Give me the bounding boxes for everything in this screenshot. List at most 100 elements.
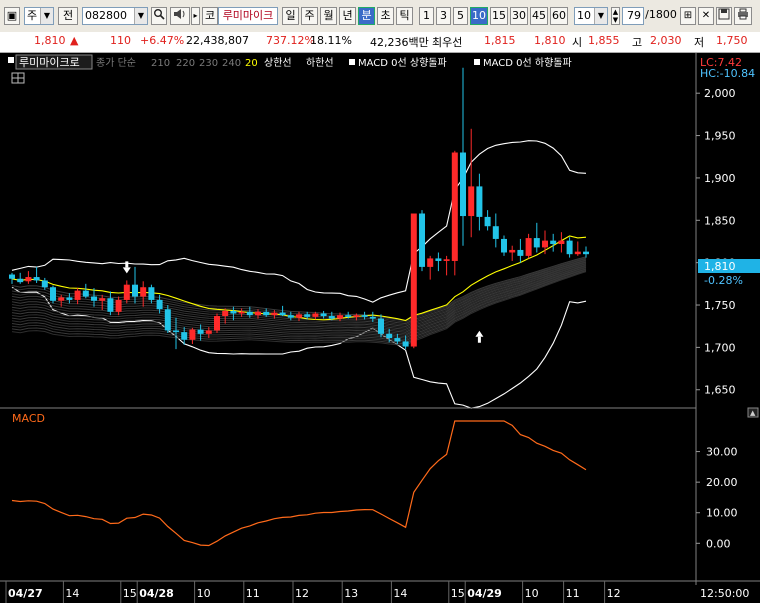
speaker-button[interactable] (170, 7, 190, 25)
time-label: 10 (525, 587, 539, 600)
interval-button[interactable]: 60 (550, 7, 568, 25)
candle (583, 251, 589, 255)
interval-button[interactable]: 5 (453, 7, 468, 25)
name-button[interactable]: 코 (202, 7, 218, 25)
legend-bullet (349, 59, 355, 65)
candle (25, 277, 32, 282)
candle (115, 299, 122, 312)
legend-ma-230: 230 (199, 58, 218, 69)
candle (66, 297, 73, 300)
trade-amount: 42,236백만 (370, 36, 429, 49)
candle (542, 240, 548, 248)
search-icon (154, 9, 165, 20)
time-label: 04/28 (139, 587, 174, 600)
period-button[interactable]: 분 (358, 7, 375, 25)
interval-button[interactable]: 15 (490, 7, 508, 25)
high-price: 2,030 (650, 34, 682, 47)
interval-button[interactable]: 3 (436, 7, 451, 25)
period-button[interactable]: 틱 (396, 7, 413, 25)
period-button[interactable]: 월 (320, 7, 337, 25)
period-button[interactable]: 주 (301, 7, 318, 25)
candle (402, 341, 409, 347)
volume-ratio: 737.12% (266, 34, 315, 47)
market-select[interactable]: 주 ▼ (24, 7, 54, 25)
macd-tick-label: 20.00 (706, 476, 738, 489)
time-label: 15 (123, 587, 137, 600)
save-button[interactable] (716, 7, 732, 25)
candle (419, 213, 425, 267)
legend-ma-prefix: 종가 단순 (96, 57, 136, 69)
volume: 22,438,807 (186, 34, 249, 47)
candle (255, 311, 261, 316)
time-label: 10 (197, 587, 211, 600)
code-input-value: 082800 (85, 9, 127, 22)
search-button[interactable] (151, 7, 167, 25)
stock-name: 루미마이크 (218, 7, 278, 25)
candle (451, 152, 458, 261)
legend-ma-240: 240 (222, 58, 241, 69)
candle (148, 287, 155, 300)
legend-ma-210: 210 (151, 58, 170, 69)
candle (361, 315, 368, 317)
overlay-button[interactable]: ✕ (698, 7, 714, 25)
candle (509, 249, 516, 253)
candle (378, 318, 384, 334)
candle (517, 249, 524, 256)
interval-button[interactable]: 1 (419, 7, 434, 25)
collapse-icon: ▲ (750, 409, 756, 417)
candle (369, 316, 376, 319)
candle (189, 329, 196, 340)
candle (205, 330, 212, 334)
macd-tick-label: 10.00 (706, 507, 738, 520)
legend-upper-band: 상한선 (264, 57, 292, 69)
candle (312, 313, 319, 317)
window-toggle-button[interactable]: ▣ (4, 7, 20, 25)
candle (296, 314, 302, 318)
candle (484, 216, 491, 227)
grid-button[interactable]: ⊞ (680, 7, 696, 25)
interval-button[interactable]: 10 (470, 7, 488, 25)
time-label: 14 (65, 587, 79, 600)
candle (492, 226, 499, 239)
interval-button[interactable]: 30 (510, 7, 528, 25)
count-input[interactable]: 79 (622, 7, 644, 25)
candle (328, 316, 335, 319)
current-price: 1,810 (34, 34, 66, 47)
mode-button[interactable]: 전 (58, 7, 78, 25)
period-button[interactable]: 초 (377, 7, 394, 25)
bid-price: 1,810 (534, 34, 566, 47)
stock-chart[interactable]: 2,0001,9501,9001,8501,8001,7501,7001,650… (0, 53, 760, 603)
print-button[interactable] (734, 7, 752, 25)
candle (550, 240, 557, 245)
candle (214, 316, 220, 331)
code-input[interactable]: 082800 ▼ (82, 7, 148, 25)
expand-button[interactable]: ▸ (191, 7, 200, 25)
count-spinner[interactable]: ▲ ▼ (611, 7, 620, 25)
interval-button[interactable]: 45 (530, 7, 548, 25)
time-label: 11 (566, 587, 580, 600)
chevron-down-icon[interactable]: ▼ (594, 8, 607, 24)
time-label: 12 (295, 587, 309, 600)
price-tick-label: 1,950 (704, 130, 736, 143)
candle (386, 333, 393, 339)
candle (164, 309, 171, 331)
interval-select[interactable]: 10 ▼ (574, 7, 608, 25)
candle (156, 299, 163, 310)
chevron-down-icon[interactable]: ▼ (40, 8, 53, 24)
candle (320, 313, 327, 317)
current-price-tag-percent: -0.28% (704, 274, 743, 287)
candle (33, 277, 40, 281)
price-tick-label: 1,850 (704, 214, 736, 227)
count-value: 79 (627, 9, 641, 22)
candle (140, 287, 147, 297)
period-button[interactable]: 년 (339, 7, 356, 25)
period-button[interactable]: 일 (282, 7, 299, 25)
candle (353, 315, 360, 317)
candle (238, 311, 245, 314)
speaker-icon (174, 9, 185, 19)
price-tick-label: 1,900 (704, 172, 736, 185)
chevron-down-icon[interactable]: ▼ (134, 8, 147, 24)
low-price: 1,750 (716, 34, 748, 47)
time-label: 04/29 (467, 587, 502, 600)
legend-stock-name: 루미마이크로 (19, 56, 80, 69)
